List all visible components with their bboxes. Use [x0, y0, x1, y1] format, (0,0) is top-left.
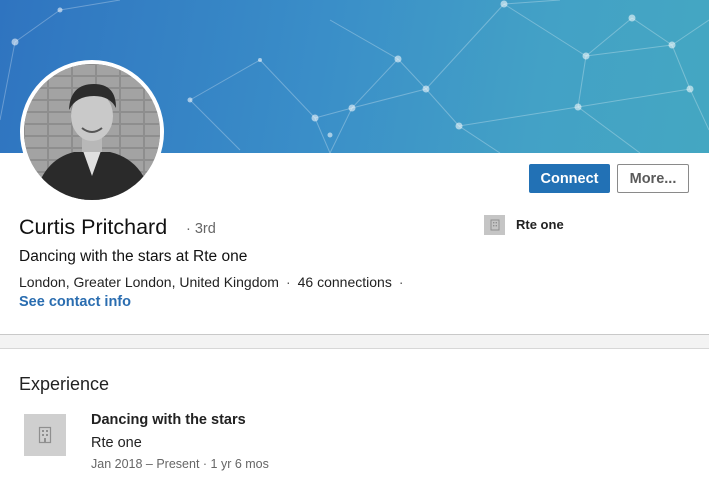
more-actions-button[interactable]: More...: [617, 164, 689, 193]
person-photo-icon: [24, 64, 160, 200]
profile-avatar[interactable]: [20, 60, 164, 204]
experience-company[interactable]: Rte one: [91, 435, 142, 451]
experience-dates: Jan 2018 – Present · 1 yr 6 mos: [91, 457, 269, 471]
profile-photo: [24, 64, 160, 200]
see-contact-info-link[interactable]: See contact info: [19, 294, 131, 310]
experience-heading: Experience: [19, 374, 110, 394]
section-gap: [0, 335, 709, 348]
separator-dot: ·: [285, 274, 291, 290]
profile-name: Curtis Pritchard: [19, 215, 168, 239]
building-icon[interactable]: [484, 215, 505, 235]
profile-location: London, Greater London, United Kingdom: [19, 274, 279, 290]
building-icon[interactable]: [24, 414, 66, 456]
experience-role[interactable]: Dancing with the stars: [91, 412, 246, 428]
profile-headline: Dancing with the stars at Rte one: [19, 248, 248, 265]
connection-degree: · 3rd: [186, 221, 216, 237]
separator-dot: ·: [398, 274, 404, 290]
connect-button[interactable]: Connect: [529, 164, 610, 193]
location-row: London, Greater London, United Kingdom · 4…: [19, 274, 411, 290]
connections-count[interactable]: 46 connections: [298, 274, 392, 290]
current-company-name[interactable]: Rte one: [516, 217, 564, 232]
section-divider: [0, 348, 709, 349]
